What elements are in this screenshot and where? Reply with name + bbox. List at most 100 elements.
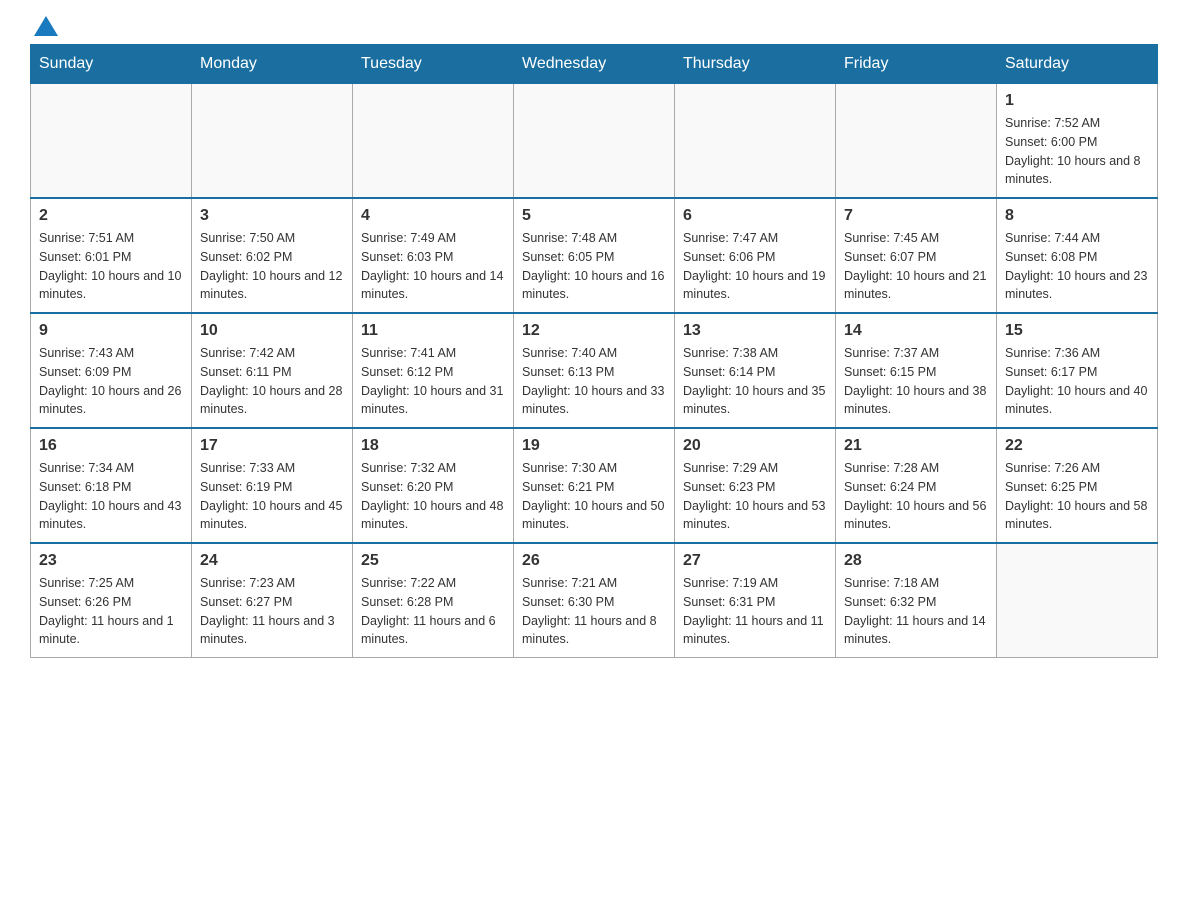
calendar-cell: 13 Sunrise: 7:38 AMSunset: 6:14 PMDayligh… (675, 313, 836, 428)
calendar-cell: 11 Sunrise: 7:41 AMSunset: 6:12 PMDayligh… (353, 313, 514, 428)
day-number: 16 (39, 437, 183, 455)
day-number: 21 (844, 437, 988, 455)
calendar-cell: 25 Sunrise: 7:22 AMSunset: 6:28 PMDayligh… (353, 543, 514, 658)
day-info: Sunrise: 7:26 AMSunset: 6:25 PMDaylight:… (1005, 459, 1149, 534)
day-number: 9 (39, 322, 183, 340)
calendar-cell: 3 Sunrise: 7:50 AMSunset: 6:02 PMDaylight… (192, 198, 353, 313)
day-info: Sunrise: 7:18 AMSunset: 6:32 PMDaylight:… (844, 574, 988, 649)
day-number: 17 (200, 437, 344, 455)
calendar-cell: 16 Sunrise: 7:34 AMSunset: 6:18 PMDayligh… (31, 428, 192, 543)
calendar-cell: 4 Sunrise: 7:49 AMSunset: 6:03 PMDaylight… (353, 198, 514, 313)
day-info: Sunrise: 7:25 AMSunset: 6:26 PMDaylight:… (39, 574, 183, 649)
day-number: 13 (683, 322, 827, 340)
day-number: 1 (1005, 92, 1149, 110)
day-number: 18 (361, 437, 505, 455)
day-info: Sunrise: 7:51 AMSunset: 6:01 PMDaylight:… (39, 229, 183, 304)
calendar-table: SundayMondayTuesdayWednesdayThursdayFrid… (30, 44, 1158, 658)
day-info: Sunrise: 7:48 AMSunset: 6:05 PMDaylight:… (522, 229, 666, 304)
day-info: Sunrise: 7:34 AMSunset: 6:18 PMDaylight:… (39, 459, 183, 534)
day-info: Sunrise: 7:49 AMSunset: 6:03 PMDaylight:… (361, 229, 505, 304)
day-info: Sunrise: 7:52 AMSunset: 6:00 PMDaylight:… (1005, 114, 1149, 189)
day-number: 23 (39, 552, 183, 570)
weekday-header-saturday: Saturday (997, 45, 1158, 84)
day-info: Sunrise: 7:28 AMSunset: 6:24 PMDaylight:… (844, 459, 988, 534)
calendar-cell: 24 Sunrise: 7:23 AMSunset: 6:27 PMDayligh… (192, 543, 353, 658)
calendar-cell: 15 Sunrise: 7:36 AMSunset: 6:17 PMDayligh… (997, 313, 1158, 428)
calendar-cell: 12 Sunrise: 7:40 AMSunset: 6:13 PMDayligh… (514, 313, 675, 428)
weekday-header-monday: Monday (192, 45, 353, 84)
day-number: 24 (200, 552, 344, 570)
day-number: 14 (844, 322, 988, 340)
day-number: 22 (1005, 437, 1149, 455)
day-number: 7 (844, 207, 988, 225)
day-info: Sunrise: 7:45 AMSunset: 6:07 PMDaylight:… (844, 229, 988, 304)
day-number: 11 (361, 322, 505, 340)
weekday-header-row: SundayMondayTuesdayWednesdayThursdayFrid… (31, 45, 1158, 84)
day-number: 3 (200, 207, 344, 225)
day-info: Sunrise: 7:44 AMSunset: 6:08 PMDaylight:… (1005, 229, 1149, 304)
calendar-cell: 18 Sunrise: 7:32 AMSunset: 6:20 PMDayligh… (353, 428, 514, 543)
weekday-header-thursday: Thursday (675, 45, 836, 84)
day-info: Sunrise: 7:41 AMSunset: 6:12 PMDaylight:… (361, 344, 505, 419)
weekday-header-wednesday: Wednesday (514, 45, 675, 84)
logo-triangle-icon (34, 16, 58, 36)
calendar-cell: 6Sunrise: 7:47 AMSunset: 6:06 PMDaylight… (675, 198, 836, 313)
calendar-cell (514, 84, 675, 199)
day-number: 8 (1005, 207, 1149, 225)
calendar-cell (997, 543, 1158, 658)
calendar-cell: 9 Sunrise: 7:43 AMSunset: 6:09 PMDaylight… (31, 313, 192, 428)
day-number: 15 (1005, 322, 1149, 340)
day-info: Sunrise: 7:42 AMSunset: 6:11 PMDaylight:… (200, 344, 344, 419)
day-number: 25 (361, 552, 505, 570)
calendar-week-row: 23 Sunrise: 7:25 AMSunset: 6:26 PMDayligh… (31, 543, 1158, 658)
weekday-header-sunday: Sunday (31, 45, 192, 84)
calendar-cell: 26Sunrise: 7:21 AMSunset: 6:30 PMDayligh… (514, 543, 675, 658)
day-info: Sunrise: 7:43 AMSunset: 6:09 PMDaylight:… (39, 344, 183, 419)
calendar-cell (353, 84, 514, 199)
day-number: 4 (361, 207, 505, 225)
calendar-cell (675, 84, 836, 199)
day-number: 10 (200, 322, 344, 340)
calendar-cell: 27 Sunrise: 7:19 AMSunset: 6:31 PMDayligh… (675, 543, 836, 658)
day-info: Sunrise: 7:22 AMSunset: 6:28 PMDaylight:… (361, 574, 505, 649)
calendar-week-row: 2 Sunrise: 7:51 AMSunset: 6:01 PMDaylight… (31, 198, 1158, 313)
day-number: 20 (683, 437, 827, 455)
day-info: Sunrise: 7:38 AMSunset: 6:14 PMDaylight:… (683, 344, 827, 419)
day-number: 5 (522, 207, 666, 225)
day-info: Sunrise: 7:40 AMSunset: 6:13 PMDaylight:… (522, 344, 666, 419)
calendar-cell: 20 Sunrise: 7:29 AMSunset: 6:23 PMDayligh… (675, 428, 836, 543)
day-info: Sunrise: 7:23 AMSunset: 6:27 PMDaylight:… (200, 574, 344, 649)
day-info: Sunrise: 7:37 AMSunset: 6:15 PMDaylight:… (844, 344, 988, 419)
calendar-cell: 17Sunrise: 7:33 AMSunset: 6:19 PMDayligh… (192, 428, 353, 543)
day-info: Sunrise: 7:32 AMSunset: 6:20 PMDaylight:… (361, 459, 505, 534)
calendar-cell: 19 Sunrise: 7:30 AMSunset: 6:21 PMDayligh… (514, 428, 675, 543)
day-number: 2 (39, 207, 183, 225)
calendar-cell: 7 Sunrise: 7:45 AMSunset: 6:07 PMDaylight… (836, 198, 997, 313)
page-header (30, 20, 1158, 34)
calendar-cell: 8 Sunrise: 7:44 AMSunset: 6:08 PMDaylight… (997, 198, 1158, 313)
day-number: 27 (683, 552, 827, 570)
calendar-cell (192, 84, 353, 199)
day-info: Sunrise: 7:50 AMSunset: 6:02 PMDaylight:… (200, 229, 344, 304)
calendar-week-row: 9 Sunrise: 7:43 AMSunset: 6:09 PMDaylight… (31, 313, 1158, 428)
calendar-cell: 5 Sunrise: 7:48 AMSunset: 6:05 PMDaylight… (514, 198, 675, 313)
day-number: 6 (683, 207, 827, 225)
calendar-cell: 28 Sunrise: 7:18 AMSunset: 6:32 PMDayligh… (836, 543, 997, 658)
calendar-cell: 1 Sunrise: 7:52 AMSunset: 6:00 PMDaylight… (997, 84, 1158, 199)
day-number: 12 (522, 322, 666, 340)
calendar-week-row: 16 Sunrise: 7:34 AMSunset: 6:18 PMDayligh… (31, 428, 1158, 543)
calendar-cell: 10 Sunrise: 7:42 AMSunset: 6:11 PMDayligh… (192, 313, 353, 428)
day-info: Sunrise: 7:29 AMSunset: 6:23 PMDaylight:… (683, 459, 827, 534)
day-info: Sunrise: 7:19 AMSunset: 6:31 PMDaylight:… (683, 574, 827, 649)
weekday-header-tuesday: Tuesday (353, 45, 514, 84)
day-number: 19 (522, 437, 666, 455)
weekday-header-friday: Friday (836, 45, 997, 84)
calendar-cell: 21 Sunrise: 7:28 AMSunset: 6:24 PMDayligh… (836, 428, 997, 543)
day-info: Sunrise: 7:30 AMSunset: 6:21 PMDaylight:… (522, 459, 666, 534)
calendar-cell: 23 Sunrise: 7:25 AMSunset: 6:26 PMDayligh… (31, 543, 192, 658)
calendar-cell: 14 Sunrise: 7:37 AMSunset: 6:15 PMDayligh… (836, 313, 997, 428)
calendar-cell: 22 Sunrise: 7:26 AMSunset: 6:25 PMDayligh… (997, 428, 1158, 543)
day-info: Sunrise: 7:36 AMSunset: 6:17 PMDaylight:… (1005, 344, 1149, 419)
calendar-cell: 2 Sunrise: 7:51 AMSunset: 6:01 PMDaylight… (31, 198, 192, 313)
day-number: 28 (844, 552, 988, 570)
